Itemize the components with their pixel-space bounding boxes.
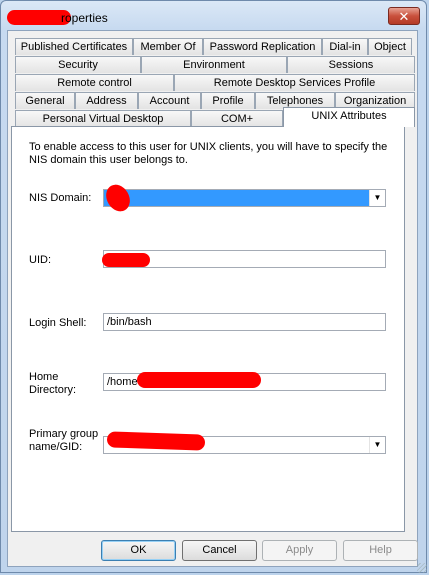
tab-sessions[interactable]: Sessions <box>287 56 415 73</box>
resize-grip-icon[interactable] <box>417 563 427 573</box>
chevron-down-icon[interactable]: ▼ <box>369 190 385 206</box>
tab-member-of[interactable]: Member Of <box>133 38 203 55</box>
tab-com-plus[interactable]: COM+ <box>191 110 283 127</box>
tab-account[interactable]: Account <box>138 92 201 109</box>
apply-button[interactable]: Apply <box>262 540 337 561</box>
ok-button[interactable]: OK <box>101 540 176 561</box>
nis-domain-dropdown[interactable]: ▼ <box>103 189 386 207</box>
tab-remote-desktop-services-profile[interactable]: Remote Desktop Services Profile <box>174 74 415 91</box>
help-button[interactable]: Help <box>343 540 418 561</box>
tab-address[interactable]: Address <box>75 92 138 109</box>
login-shell-label: Login Shell: <box>29 317 87 329</box>
uid-label: UID: <box>29 254 51 266</box>
tab-unix-attributes[interactable]: UNIX Attributes <box>283 107 415 127</box>
redaction-mark <box>137 372 261 388</box>
tab-personal-virtual-desktop[interactable]: Personal Virtual Desktop <box>15 110 191 127</box>
tab-profile[interactable]: Profile <box>201 92 255 109</box>
tab-object[interactable]: Object <box>368 38 412 55</box>
tab-published-certificates[interactable]: Published Certificates <box>15 38 133 55</box>
unix-description: To enable access to this user for UNIX c… <box>29 141 388 166</box>
window-title: roperties <box>61 11 108 25</box>
close-icon: ✕ <box>398 9 410 24</box>
chevron-down-icon[interactable]: ▼ <box>369 437 385 453</box>
redaction-mark <box>106 431 206 451</box>
cancel-button[interactable]: Cancel <box>182 540 257 561</box>
close-button[interactable]: ✕ <box>388 7 420 25</box>
redaction-mark <box>102 253 150 267</box>
primary-group-label: Primary group name/GID: <box>29 428 99 453</box>
title-bar[interactable]: roperties ✕ <box>1 1 426 31</box>
login-shell-input[interactable]: /bin/bash <box>103 313 386 331</box>
tab-environment[interactable]: Environment <box>141 56 287 73</box>
tab-dial-in[interactable]: Dial-in <box>322 38 368 55</box>
tab-password-replication[interactable]: Password Replication <box>203 38 322 55</box>
home-directory-label: Home Directory: <box>29 371 77 396</box>
tab-remote-control[interactable]: Remote control <box>15 74 174 91</box>
tab-security[interactable]: Security <box>15 56 141 73</box>
nis-domain-label: NIS Domain: <box>29 192 92 204</box>
tab-general[interactable]: General <box>15 92 75 109</box>
